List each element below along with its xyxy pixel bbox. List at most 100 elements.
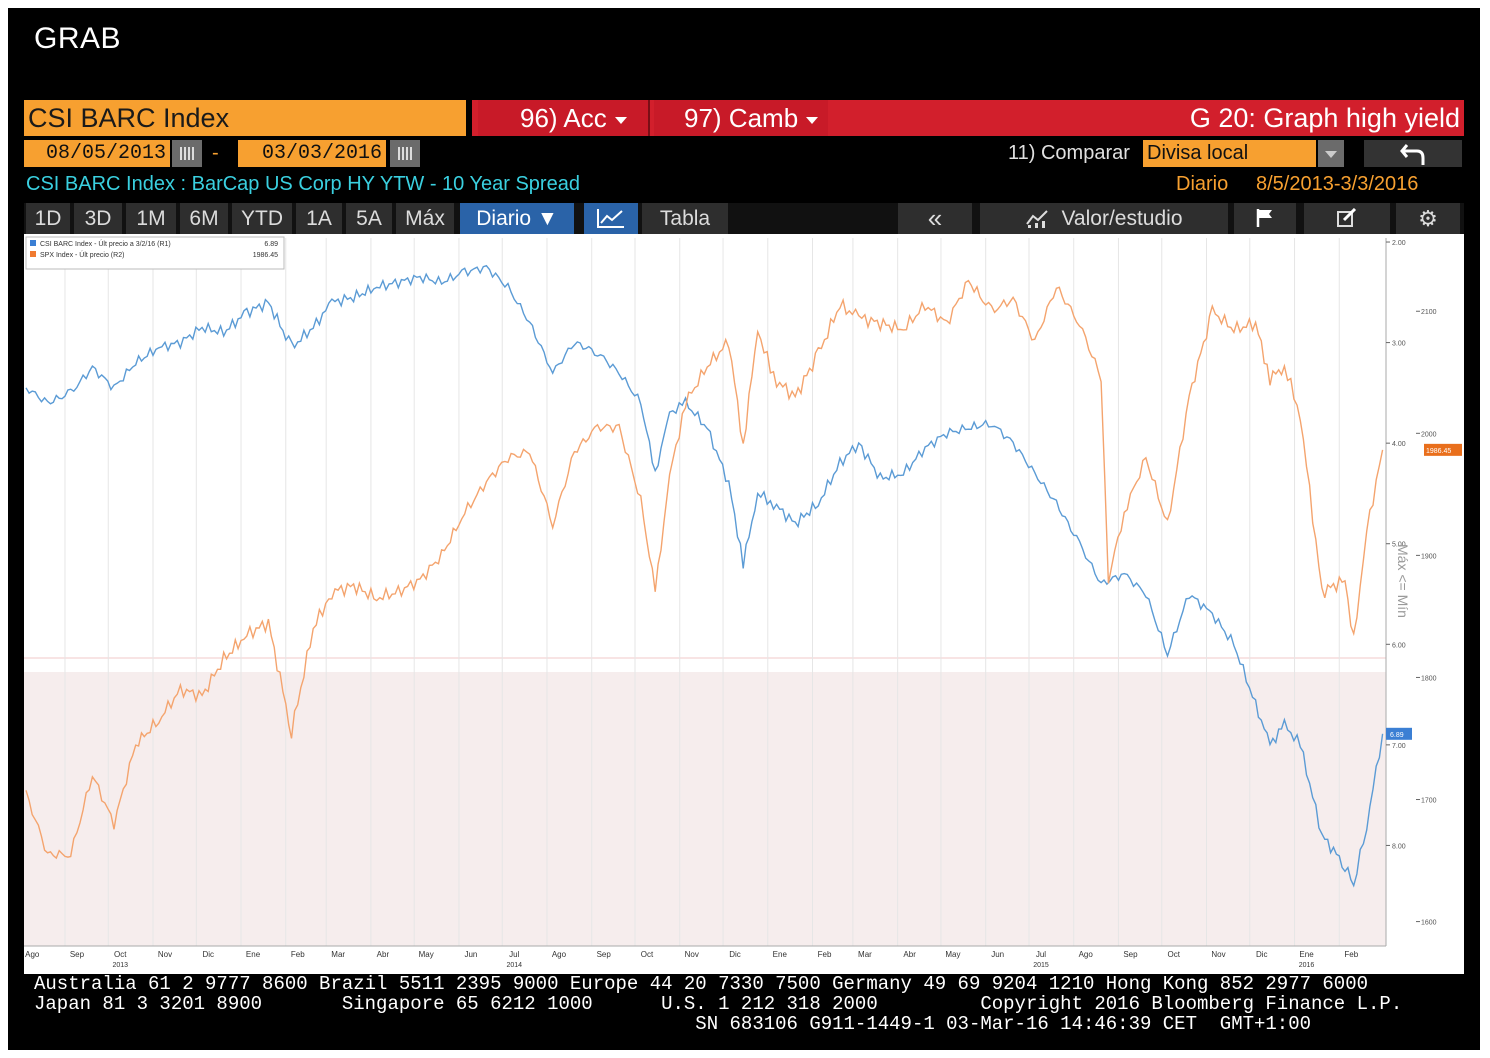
x-axis-month-label: Ago xyxy=(25,950,40,959)
edit-button[interactable] xyxy=(1304,203,1390,234)
x-axis-month-label: Nov xyxy=(1211,950,1225,959)
x-axis-year-label: 2014 xyxy=(506,962,522,969)
x-axis-month-label: Ene xyxy=(773,950,788,959)
change-menu-label: 97) Camb xyxy=(684,103,799,133)
study-chart-icon xyxy=(1026,210,1049,228)
frequency-dropdown[interactable]: Diario ▼ xyxy=(460,203,574,234)
table-tab[interactable]: Tabla xyxy=(642,203,728,234)
period-max-button[interactable]: Máx xyxy=(396,203,454,234)
last-value-label: 1986.45 xyxy=(1426,448,1451,455)
x-axis-month-label: Feb xyxy=(1344,950,1358,959)
x-axis-year-label: 2015 xyxy=(1033,962,1049,969)
x-axis-month-label: Dic xyxy=(203,950,215,959)
chevron-down-icon xyxy=(614,116,627,124)
x-axis-month-label: Feb xyxy=(291,950,305,959)
x-axis-month-label: Mar xyxy=(331,950,345,959)
x-axis-month-label: Oct xyxy=(641,950,654,959)
collapse-button[interactable]: « xyxy=(898,203,972,234)
gear-icon: ⚙ xyxy=(1418,206,1438,231)
x-axis-month-label: Oct xyxy=(114,950,127,959)
x-axis-month-label: Ago xyxy=(552,950,567,959)
x-axis-month-label: Nov xyxy=(685,950,699,959)
right-axis-tick-label: 1900 xyxy=(1421,553,1437,560)
x-axis-month-label: Sep xyxy=(1123,950,1138,959)
right-axis-tick-label: 2000 xyxy=(1421,431,1437,438)
footer-line: Australia 61 2 9777 8600 Brazil 5511 239… xyxy=(34,973,1369,995)
value-study-button[interactable]: Valor/estudio xyxy=(980,203,1228,234)
period-5a-button[interactable]: 5A xyxy=(346,203,392,234)
right-axis-tick-label: 1600 xyxy=(1421,920,1437,927)
x-axis-year-label: 2016 xyxy=(1299,962,1315,969)
left-axis-tick-label: 3.00 xyxy=(1392,341,1406,348)
axis-note: Máx <= Mín xyxy=(1395,544,1411,618)
x-axis-month-label: Ago xyxy=(1079,950,1094,959)
period-1m-button[interactable]: 1M xyxy=(126,203,176,234)
period-6m-button[interactable]: 6M xyxy=(180,203,228,234)
x-axis-month-label: Abr xyxy=(377,950,390,959)
x-axis-month-label: Jun xyxy=(464,950,477,959)
x-axis-month-label: Ene xyxy=(1299,950,1314,959)
line-chart-button[interactable] xyxy=(584,203,638,234)
x-axis-month-label: May xyxy=(419,950,434,959)
legend-label: SPX Index - Últ precio (R2) xyxy=(40,250,124,259)
right-axis-tick-label: 1700 xyxy=(1421,798,1437,805)
flag-icon xyxy=(1256,209,1272,227)
double-chevron-left-icon: « xyxy=(927,203,943,233)
x-axis-month-label: Jun xyxy=(991,950,1004,959)
x-axis-month-label: Jul xyxy=(509,950,519,959)
graph-title: G 20: Graph high yield xyxy=(1189,103,1460,133)
period-ytd-button[interactable]: YTD xyxy=(232,203,292,234)
x-axis-month-label: Abr xyxy=(903,950,916,959)
frequency-label: Diario xyxy=(1176,173,1229,195)
left-axis-tick-label: 6.00 xyxy=(1392,642,1406,649)
period-1a-button[interactable]: 1A xyxy=(296,203,342,234)
date-separator: - xyxy=(212,142,219,164)
currency-dropdown-icon[interactable] xyxy=(1318,140,1344,167)
compare-label[interactable]: 11) Comparar xyxy=(1008,140,1130,167)
legend-swatch xyxy=(30,240,36,246)
x-axis-month-label: May xyxy=(945,950,960,959)
date-range-label: 8/5/2013-3/3/2016 xyxy=(1256,173,1419,195)
line-chart[interactable]: 2.003.004.005.006.007.008.00210020001900… xyxy=(19,234,1464,974)
x-axis-month-label: Mar xyxy=(858,950,872,959)
footer-line: Japan 81 3 3201 8900 Singapore 65 6212 1… xyxy=(34,993,1403,1015)
x-axis-year-label: 2013 xyxy=(112,962,128,969)
left-axis-tick-label: 7.00 xyxy=(1392,743,1406,750)
right-axis-tick-label: 1800 xyxy=(1421,675,1437,682)
x-axis-month-label: Jul xyxy=(1036,950,1046,959)
chart-panel[interactable]: 2.00 3.00 4.00 5.00 6.00 7.00 8.00 2100 2000 1900… xyxy=(19,234,1464,974)
change-menu-button[interactable]: 97) Camb xyxy=(654,100,828,136)
value-study-label: Valor/estudio xyxy=(1061,207,1183,230)
period-1d-button[interactable]: 1D xyxy=(26,203,70,234)
undo-button[interactable] xyxy=(1364,140,1462,167)
x-axis-month-label: Sep xyxy=(597,950,612,959)
period-3d-button[interactable]: 3D xyxy=(74,203,122,234)
shaded-region xyxy=(24,672,1386,946)
ticker-field[interactable]: CSI BARC Index xyxy=(24,100,466,136)
calendar-icon[interactable] xyxy=(390,140,420,167)
calendar-icon[interactable] xyxy=(172,140,202,167)
line-chart-icon xyxy=(597,209,624,228)
last-value-label: 6.89 xyxy=(1390,732,1404,739)
chevron-down-icon xyxy=(806,116,819,124)
right-axis-tick-label: 2100 xyxy=(1421,309,1437,316)
x-axis-month-label: Nov xyxy=(158,950,172,959)
flag-button[interactable] xyxy=(1234,203,1296,234)
x-axis-month-label: Ene xyxy=(246,950,261,959)
end-date-input[interactable]: 03/03/2016 xyxy=(238,140,386,167)
currency-select[interactable]: Divisa local xyxy=(1143,140,1316,167)
left-axis-tick-label: 8.00 xyxy=(1392,843,1406,850)
start-date-input[interactable]: 08/05/2013 xyxy=(24,140,170,167)
actions-menu-label: 96) Acc xyxy=(520,103,607,133)
x-axis-month-label: Feb xyxy=(818,950,832,959)
actions-menu-button[interactable]: 96) Acc xyxy=(478,100,650,136)
series-description: CSI BARC Index : BarCap US Corp HY YTW -… xyxy=(26,173,580,195)
legend-value: 6.89 xyxy=(264,241,278,248)
left-axis-tick-label: 2.00 xyxy=(1392,240,1406,247)
x-axis-month-label: Oct xyxy=(1168,950,1181,959)
contact-footer: Australia 61 2 9777 8600 Brazil 5511 239… xyxy=(34,974,1402,1034)
footer-line: SN 683106 G911-1449-1 03-Mar-16 14:46:39… xyxy=(34,1013,1312,1035)
settings-button[interactable]: ⚙ xyxy=(1396,203,1460,234)
x-axis-month-label: Dic xyxy=(729,950,741,959)
window-title: GRAB xyxy=(34,22,122,55)
